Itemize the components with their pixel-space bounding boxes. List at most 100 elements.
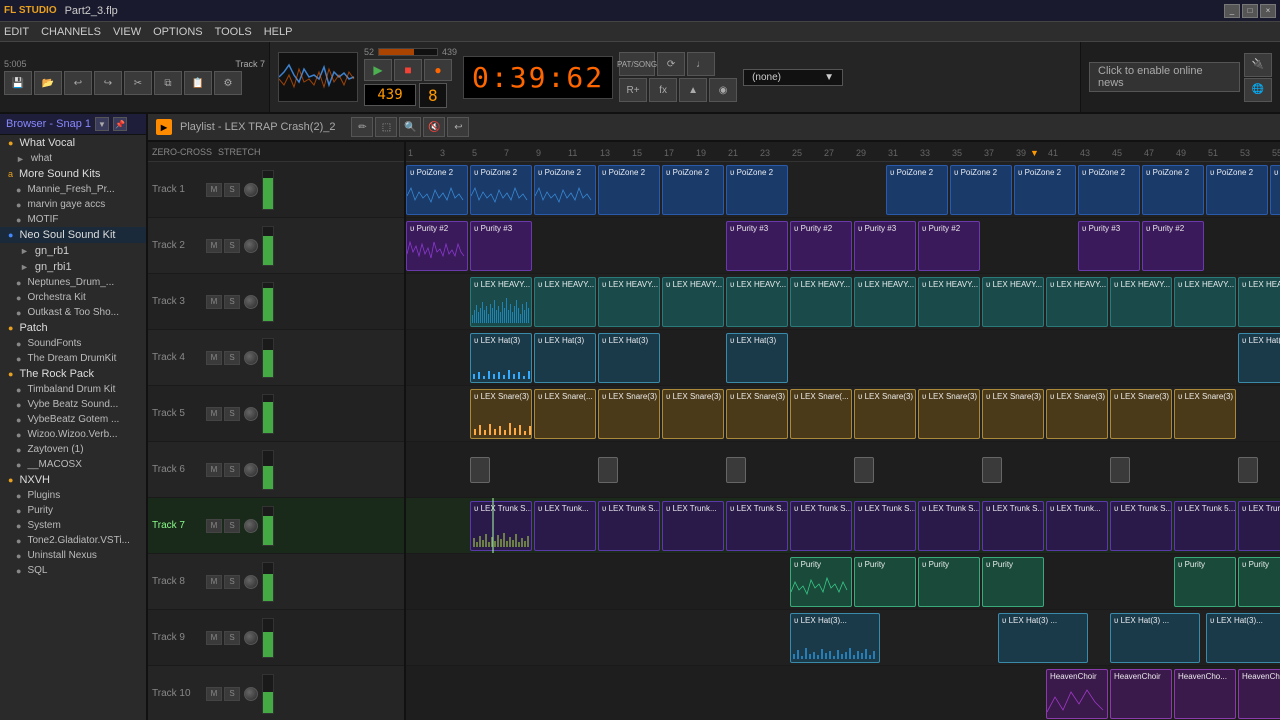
clip-sparse-2[interactable] — [598, 457, 618, 483]
clip-poizone-8[interactable]: ᴜ PoiZone 2 — [950, 165, 1012, 215]
sidebar-system[interactable]: ● System — [0, 518, 146, 533]
sidebar-root-folder[interactable]: ● What Vocal — [0, 135, 146, 151]
track-solo-1[interactable]: S — [224, 183, 240, 197]
sidebar-gn-rb1[interactable]: ► gn_rb1 — [0, 243, 146, 259]
clip-lexhat-3[interactable]: ᴜ LEX Hat(3) — [598, 333, 660, 383]
track-vol-1[interactable] — [262, 170, 274, 210]
clip-lexsnare-1[interactable]: ᴜ LEX Snare(3) — [470, 389, 532, 439]
clip-lextrunk-7[interactable]: ᴜ LEX Trunk S... — [854, 501, 916, 551]
menu-view[interactable]: VIEW — [113, 26, 141, 38]
preset-selector[interactable]: (none)▼ — [743, 69, 843, 86]
clip-choir-4[interactable]: HeavenChoir — [1238, 669, 1280, 719]
track-mute-3[interactable]: M — [206, 295, 222, 309]
paste-icon[interactable]: 📋 — [184, 71, 212, 95]
clip-lextrunk-4[interactable]: ᴜ LEX Trunk... — [662, 501, 724, 551]
undo-playlist-btn[interactable]: ↩ — [447, 117, 469, 137]
pan-btn[interactable]: ◉ — [709, 78, 737, 102]
track-pan-6[interactable] — [244, 463, 258, 477]
track-vol-3[interactable] — [262, 282, 274, 322]
undo-icon[interactable]: ↩ — [64, 71, 92, 95]
clip-lexhat2-2[interactable]: ᴜ LEX Hat(3) ... — [998, 613, 1088, 663]
sidebar-tone2[interactable]: ● Tone2.Gladiator.VSTi... — [0, 533, 146, 548]
window-controls[interactable]: _ □ × — [1224, 4, 1276, 18]
track-mute-9[interactable]: M — [206, 631, 222, 645]
clip-lexheavy-5[interactable]: ᴜ LEX HEAVY... — [726, 277, 788, 327]
sidebar-patch[interactable]: ● Patch — [0, 320, 146, 336]
sidebar-motif[interactable]: ● MOTIF — [0, 212, 146, 227]
clip-purity2-3[interactable]: ᴜ Purity #2 — [918, 221, 980, 271]
fx-btn[interactable]: fx — [649, 78, 677, 102]
plugin-picker-btn[interactable]: 🔌 — [1244, 53, 1272, 77]
clip-lextrunk-9[interactable]: ᴜ LEX Trunk S... — [982, 501, 1044, 551]
minimize-button[interactable]: _ — [1224, 4, 1240, 18]
clip-sparse-1[interactable] — [470, 457, 490, 483]
clip-poizone-13[interactable]: ᴜ PoiZone 2 — [1270, 165, 1280, 215]
clip-sparse-6[interactable] — [1110, 457, 1130, 483]
online-btn[interactable]: 🌐 — [1244, 78, 1272, 102]
clip-poizone-6[interactable]: ᴜ PoiZone 2 — [726, 165, 788, 215]
clip-poizone-11[interactable]: ᴜ PoiZone 2 — [1142, 165, 1204, 215]
clip-lexsnare-12[interactable]: ᴜ LEX Snare(3) — [1174, 389, 1236, 439]
track-mute-8[interactable]: M — [206, 575, 222, 589]
clip-purity3-2[interactable]: ᴜ Purity #3 — [726, 221, 788, 271]
menu-help[interactable]: HELP — [264, 26, 293, 38]
clip-lextrunk-3[interactable]: ᴜ LEX Trunk S... — [598, 501, 660, 551]
track-pan-2[interactable] — [244, 239, 258, 253]
sidebar-soundfonts[interactable]: ● SoundFonts — [0, 336, 146, 351]
clip-poizone-7[interactable]: ᴜ PoiZone 2 — [886, 165, 948, 215]
clip-poizone-10[interactable]: ᴜ PoiZone 2 — [1078, 165, 1140, 215]
track-pan-5[interactable] — [244, 407, 258, 421]
track-pan-8[interactable] — [244, 575, 258, 589]
menu-options[interactable]: OPTIONS — [153, 26, 203, 38]
menu-edit[interactable]: EDIT — [4, 26, 29, 38]
open-icon[interactable]: 📂 — [34, 71, 62, 95]
clip-lexsnare-3[interactable]: ᴜ LEX Snare(3) — [598, 389, 660, 439]
clip-purityb-1[interactable]: ᴜ Purity — [790, 557, 852, 607]
clip-poizone-4[interactable]: ᴜ PoiZone 2 — [598, 165, 660, 215]
track-vol-9[interactable] — [262, 618, 274, 658]
clip-choir-1[interactable]: HeavenChoir — [1046, 669, 1108, 719]
copy-icon[interactable]: ⧉ — [154, 71, 182, 95]
sidebar-zaytoven[interactable]: ● Zaytoven (1) — [0, 442, 146, 457]
track-vol-8[interactable] — [262, 562, 274, 602]
sidebar-outkast[interactable]: ● Outkast & Too Sho... — [0, 305, 146, 320]
sidebar-rock-pack[interactable]: ● The Rock Pack — [0, 366, 146, 382]
clip-choir-3[interactable]: HeavenCho... — [1174, 669, 1236, 719]
clip-lexsnare-4[interactable]: ᴜ LEX Snare(3) — [662, 389, 724, 439]
track-mute-10[interactable]: M — [206, 687, 222, 701]
clip-lexheavy-3[interactable]: ᴜ LEX HEAVY... — [598, 277, 660, 327]
clip-lextrunk-11[interactable]: ᴜ LEX Trunk S... — [1110, 501, 1172, 551]
clip-purity3-4[interactable]: ᴜ Purity #3 — [1078, 221, 1140, 271]
track-grid[interactable]: 135 7911 131517 192123 252729 313335 373… — [406, 142, 1280, 720]
clip-lexsnare-5[interactable]: ᴜ LEX Snare(3) — [726, 389, 788, 439]
clip-lexhat-1[interactable]: ᴜ LEX Hat(3) — [470, 333, 532, 383]
clip-lexsnare-11[interactable]: ᴜ LEX Snare(3) — [1110, 389, 1172, 439]
track-solo-3[interactable]: S — [224, 295, 240, 309]
clip-lexhat2-3[interactable]: ᴜ LEX Hat(3) ... — [1110, 613, 1200, 663]
sidebar-nxvh[interactable]: ● NXVH — [0, 472, 146, 488]
track-mute-1[interactable]: M — [206, 183, 222, 197]
clip-lexheavy-4[interactable]: ᴜ LEX HEAVY... — [662, 277, 724, 327]
track-solo-5[interactable]: S — [224, 407, 240, 421]
clip-lexsnare-7[interactable]: ᴜ LEX Snare(3) — [854, 389, 916, 439]
track-pan-3[interactable] — [244, 295, 258, 309]
clip-purityb-3[interactable]: ᴜ Purity — [918, 557, 980, 607]
clip-lexhat-5[interactable]: ᴜ LEX Hat(3) — [1238, 333, 1280, 383]
sidebar-timbaland[interactable]: ● Timbaland Drum Kit — [0, 382, 146, 397]
clip-poizone-3[interactable]: ᴜ PoiZone 2 — [534, 165, 596, 215]
clip-poizone-1[interactable]: ᴜ PoiZone 2 — [406, 165, 468, 215]
clip-purity2-1[interactable]: ᴜ Purity #2 — [406, 221, 468, 271]
clip-sparse-7[interactable] — [1238, 457, 1258, 483]
track-vol-5[interactable] — [262, 394, 274, 434]
clip-lexsnare-8[interactable]: ᴜ LEX Snare(3) — [918, 389, 980, 439]
sidebar-neo-soul[interactable]: ● Neo Soul Sound Kit — [0, 227, 146, 243]
clip-lexheavy-6[interactable]: ᴜ LEX HEAVY... — [790, 277, 852, 327]
track-solo-2[interactable]: S — [224, 239, 240, 253]
track-mute-2[interactable]: M — [206, 239, 222, 253]
clip-sparse-3[interactable] — [726, 457, 746, 483]
clip-purityb-2[interactable]: ᴜ Purity — [854, 557, 916, 607]
tempo-display[interactable]: 439 — [364, 84, 416, 106]
sidebar-vybe2[interactable]: ● VybeBeatz Gotem ... — [0, 412, 146, 427]
clip-lexheavy-2[interactable]: ᴜ LEX HEAVY... — [534, 277, 596, 327]
mute-btn[interactable]: 🔇 — [423, 117, 445, 137]
